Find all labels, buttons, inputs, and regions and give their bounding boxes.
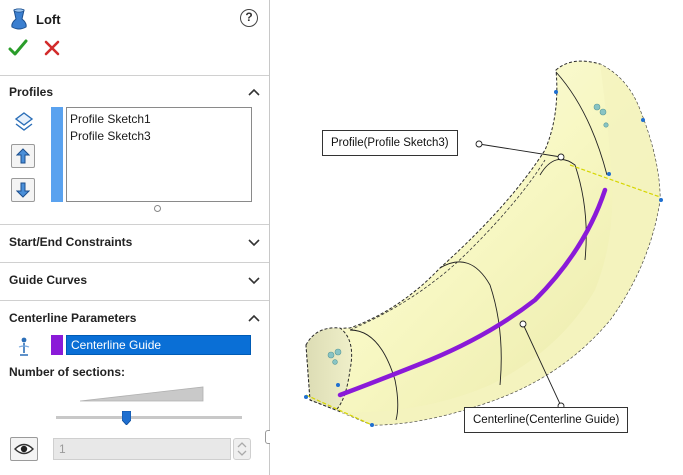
chevron-up-icon[interactable] xyxy=(247,87,261,97)
arrow-up-icon xyxy=(16,148,30,164)
sections-count-input[interactable]: 1 xyxy=(53,438,231,460)
centerline-color-bar xyxy=(51,335,63,355)
move-down-button[interactable] xyxy=(11,178,35,202)
profile-select-icon xyxy=(13,110,35,132)
profiles-section-header[interactable]: Profiles xyxy=(9,82,261,102)
sections-spinner[interactable] xyxy=(233,438,251,460)
graphics-viewport[interactable]: Profile(Profile Sketch3) Centerline(Cent… xyxy=(270,0,683,475)
arrow-down-icon xyxy=(16,182,30,198)
ok-cancel-row xyxy=(8,38,62,58)
show-preview-button[interactable] xyxy=(10,437,38,461)
feature-title-row: Loft ? xyxy=(8,6,262,32)
leader-anchor xyxy=(475,140,483,148)
help-button[interactable]: ? xyxy=(240,9,258,27)
property-manager-panel: Loft ? Profiles Profile Sketch1 Profile … xyxy=(0,0,274,475)
leader-anchor xyxy=(519,320,527,328)
centerline-callout[interactable]: Centerline(Centerline Guide) xyxy=(464,407,629,433)
profiles-color-bar xyxy=(51,107,63,202)
divider xyxy=(0,224,269,225)
sections-ramp-icon xyxy=(80,386,204,402)
list-item[interactable]: Profile Sketch1 xyxy=(70,111,248,128)
eye-icon xyxy=(14,443,34,455)
start-end-constraints-header[interactable]: Start/End Constraints xyxy=(9,232,261,252)
profiles-header-label: Profiles xyxy=(9,85,54,99)
divider xyxy=(0,75,269,76)
list-item[interactable]: Profile Sketch3 xyxy=(70,128,248,145)
profiles-list[interactable]: Profile Sketch1 Profile Sketch3 xyxy=(66,107,252,202)
chevron-down-icon[interactable] xyxy=(247,237,261,247)
chevron-up-icon[interactable] xyxy=(247,313,261,323)
spinner-arrows-icon xyxy=(237,442,247,456)
centerline-select-icon xyxy=(13,335,35,357)
centerline-parameters-header[interactable]: Centerline Parameters xyxy=(9,308,261,328)
divider xyxy=(0,262,269,263)
feature-title: Loft xyxy=(36,11,61,27)
centerline-selection-field[interactable]: Centerline Guide xyxy=(66,335,251,355)
loft-preview-model xyxy=(304,60,663,427)
number-of-sections-label: Number of sections: xyxy=(9,365,126,379)
centerline-parameters-label: Centerline Parameters xyxy=(9,311,137,325)
move-up-button[interactable] xyxy=(11,144,35,168)
chevron-down-icon[interactable] xyxy=(247,275,261,285)
divider xyxy=(0,300,269,301)
loft-icon xyxy=(11,8,27,30)
leader-anchor xyxy=(557,153,565,161)
ok-checkmark-button[interactable] xyxy=(8,38,28,58)
start-end-constraints-label: Start/End Constraints xyxy=(9,235,133,249)
guide-curves-header[interactable]: Guide Curves xyxy=(9,270,261,290)
sections-slider-track[interactable] xyxy=(56,416,242,419)
profile-callout[interactable]: Profile(Profile Sketch3) xyxy=(322,130,458,156)
cancel-x-button[interactable] xyxy=(42,38,62,58)
list-resize-handle[interactable] xyxy=(154,205,161,212)
guide-curves-label: Guide Curves xyxy=(9,273,88,287)
sections-slider-thumb[interactable] xyxy=(122,411,132,425)
